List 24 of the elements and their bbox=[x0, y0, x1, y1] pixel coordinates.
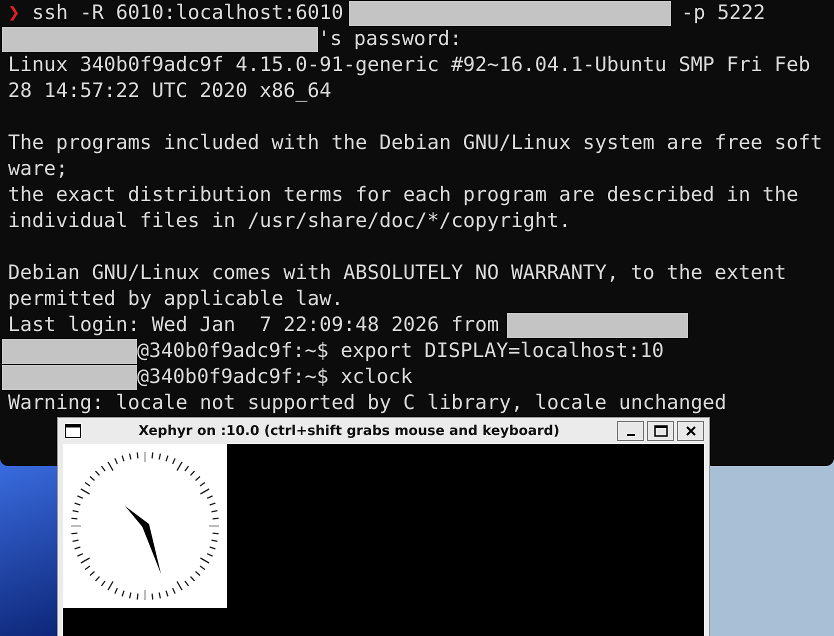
terminal-text: @340b0f9adc9f:~$ export DISPLAY=localhost:10 bbox=[137, 338, 664, 364]
close-icon bbox=[686, 426, 696, 436]
maximize-button[interactable] bbox=[647, 421, 674, 441]
terminal-text: @340b0f9adc9f:~$ xclock bbox=[137, 364, 412, 390]
minimize-button[interactable] bbox=[617, 421, 644, 441]
minimize-icon bbox=[626, 434, 634, 436]
terminal-text: the exact distribution terms for each program are described in the bbox=[8, 182, 798, 208]
window-icon[interactable] bbox=[65, 424, 81, 438]
maximize-icon bbox=[654, 425, 668, 437]
terminal-text: Warning: locale not supported by C library, locale unchanged bbox=[8, 390, 727, 416]
terminal-text: Last login: Wed Jan 7 22:09:48 2026 from bbox=[8, 312, 499, 338]
terminal-text: permitted by applicable law. bbox=[8, 286, 344, 312]
terminal-text: 's password: bbox=[318, 26, 462, 52]
close-button[interactable] bbox=[677, 421, 704, 441]
terminal-text: -p 5222 bbox=[681, 0, 766, 26]
terminal-text: 28 14:57:22 UTC 2020 x86_64 bbox=[8, 78, 332, 104]
terminal-text: The programs included with the Debian GNU/Linux system are free soft bbox=[8, 130, 822, 156]
window-title: Xephyr on :10.0 (ctrl+shift grabs mouse and keyboard) bbox=[137, 423, 561, 439]
terminal-text: Linux 340b0f9adc9f 4.15.0-91-generic #92~16.04.1-Ubuntu SMP Fri Feb bbox=[8, 52, 810, 78]
terminal-text: individual files in /usr/share/doc/*/copyright. bbox=[8, 208, 571, 234]
terminal-text: ware; bbox=[8, 156, 68, 182]
prompt-symbol: ❯ bbox=[8, 0, 21, 26]
terminal-text: Debian GNU/Linux comes with ABSOLUTELY NO WARRANTY, to the extent bbox=[8, 260, 786, 286]
terminal-text: ssh -R 6010:localhost:6010 bbox=[32, 0, 344, 26]
